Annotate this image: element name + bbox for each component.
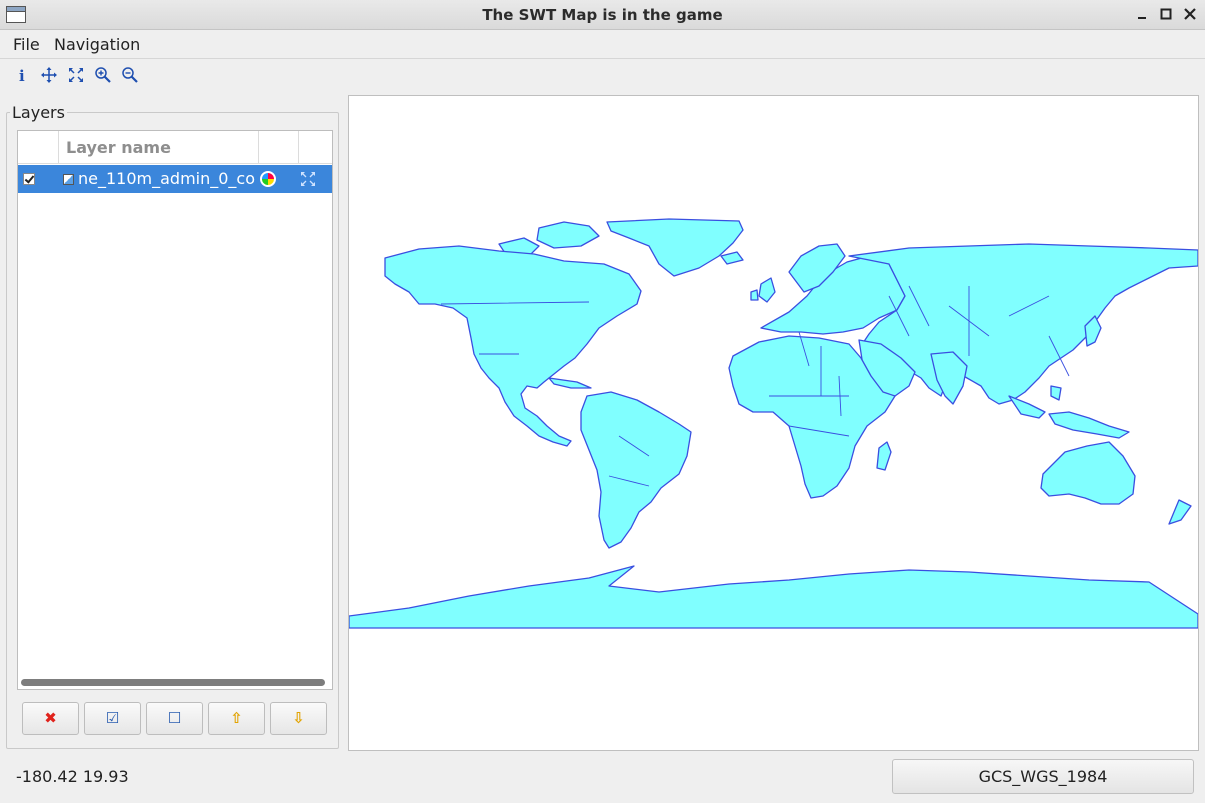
land-antarctica [349, 565, 1198, 629]
horizontal-scrollbar[interactable] [21, 679, 325, 686]
zoom-in-icon [95, 67, 111, 83]
land-british-isles [750, 289, 759, 301]
land-india [930, 351, 968, 405]
pan-icon [41, 67, 57, 83]
land-new-zealand [1168, 499, 1192, 525]
move-layer-down-button[interactable]: ⇩ [270, 702, 327, 735]
crs-button[interactable]: GCS_WGS_1984 [892, 759, 1194, 794]
zoom-extent-tool-button[interactable] [67, 66, 85, 84]
menu-bar: File Navigation [0, 30, 1205, 59]
land-australia [1040, 441, 1136, 505]
minimize-button[interactable] [1132, 4, 1152, 24]
close-icon [1184, 8, 1196, 20]
land-madagascar [876, 441, 892, 471]
cursor-coordinates: -180.42 19.93 [16, 767, 129, 786]
move-down-icon: ⇩ [292, 709, 305, 727]
move-up-icon: ⇧ [230, 709, 243, 727]
remove-layer-button[interactable]: ✖ [22, 702, 79, 735]
land-southeast-asia [1050, 385, 1062, 401]
column-separator [298, 131, 299, 164]
land-british-isles [758, 277, 776, 303]
info-tool-button[interactable]: i [13, 66, 31, 85]
toolbar: i [0, 60, 1205, 90]
move-layer-up-button[interactable]: ⇧ [208, 702, 265, 735]
uncheck-all-icon: ☐ [167, 709, 182, 727]
uncheck-all-button[interactable]: ☐ [146, 702, 203, 735]
layer-style-icon[interactable] [260, 171, 276, 187]
layer-visibility-checkbox[interactable] [23, 173, 35, 185]
maximize-icon [1160, 8, 1172, 20]
land-southeast-asia [1008, 395, 1046, 419]
pan-tool-button[interactable] [40, 66, 58, 84]
layers-panel-title: Layers [10, 103, 67, 122]
close-button[interactable] [1180, 4, 1200, 24]
land-caribbean [548, 377, 592, 389]
column-separator [258, 131, 259, 164]
world-map [349, 218, 1198, 629]
land-arctic-islands [536, 221, 600, 249]
check-all-icon: ☑ [105, 709, 120, 727]
land-south-america [580, 391, 692, 549]
column-separator [58, 131, 59, 164]
layer-row[interactable]: ne_110m_admin_0_countries [18, 165, 332, 193]
zoom-out-tool-button[interactable] [121, 66, 139, 84]
zoom-out-icon [122, 67, 138, 83]
land-iceland [720, 251, 744, 265]
maximize-button[interactable] [1156, 4, 1176, 24]
window-title: The SWT Map is in the game [482, 6, 723, 24]
zoom-in-tool-button[interactable] [94, 66, 112, 84]
column-header-layer-name[interactable]: Layer name [66, 138, 171, 157]
land-southeast-asia [1048, 411, 1130, 439]
polygon-layer-icon [63, 174, 74, 185]
map-canvas[interactable] [348, 95, 1199, 751]
title-bar: The SWT Map is in the game [0, 0, 1205, 30]
minimize-icon [1138, 17, 1146, 19]
zoom-to-layer-icon[interactable] [300, 171, 316, 187]
layer-table: Layer name ne_110m_admin_0_countries [17, 130, 333, 690]
layer-name: ne_110m_admin_0_countries [78, 169, 256, 188]
menu-file[interactable]: File [13, 35, 40, 54]
info-icon: i [19, 67, 25, 85]
svg-text:i: i [19, 67, 25, 84]
remove-icon: ✖ [44, 709, 57, 727]
check-all-button[interactable]: ☑ [84, 702, 141, 735]
menu-navigation[interactable]: Navigation [54, 35, 140, 54]
layer-table-header: Layer name [18, 131, 332, 164]
land-greenland [606, 218, 744, 277]
zoom-extent-icon [69, 68, 83, 82]
